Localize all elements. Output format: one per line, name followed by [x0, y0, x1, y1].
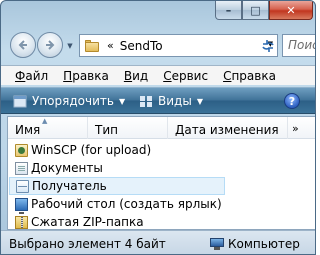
- status-selection-text: Выбрано элемент 4 байт: [9, 237, 166, 251]
- views-dropdown-icon: ▼: [196, 96, 203, 106]
- menu-view[interactable]: Вид: [124, 69, 148, 83]
- file-row[interactable]: WinSCP (for upload): [8, 141, 315, 159]
- file-list-pane[interactable]: ▲ Имя Тип Дата изменения » WinSCP (for u…: [7, 116, 315, 231]
- address-chevron[interactable]: «: [107, 39, 114, 52]
- file-list: WinSCP (for upload) Документы Получатель…: [8, 141, 315, 231]
- file-name: Сжатая ZIP-папка: [31, 215, 144, 229]
- organize-button[interactable]: Упорядочить ▼: [13, 94, 125, 108]
- column-date-modified[interactable]: Дата изменения: [168, 117, 288, 139]
- menu-tools[interactable]: Сервис: [163, 69, 208, 83]
- mail-recipient-icon: [16, 179, 29, 193]
- back-arrow-icon: [18, 40, 27, 50]
- organize-label: Упорядочить: [32, 94, 114, 108]
- help-button[interactable]: ?: [284, 93, 300, 109]
- file-row[interactable]: Рабочий стол (создать ярлык): [8, 195, 315, 214]
- documents-icon: [15, 161, 28, 175]
- file-name: WinSCP (for upload): [31, 143, 152, 157]
- address-bar[interactable]: « SendTo ▼: [79, 34, 278, 57]
- maximize-button[interactable]: □: [242, 1, 269, 20]
- refresh-icon: [262, 39, 274, 52]
- title-bar[interactable]: – □ ✕: [1, 1, 315, 27]
- file-row[interactable]: Получатель: [9, 177, 225, 195]
- zip-folder-icon: [15, 215, 28, 229]
- explorer-window: – □ ✕ ▼ « SendTo ▼ Поиск Файл: [0, 0, 316, 255]
- views-button[interactable]: Виды ▼: [139, 94, 203, 108]
- organize-icon: [13, 95, 27, 107]
- column-type[interactable]: Тип: [88, 117, 168, 139]
- command-bar: Упорядочить ▼ Виды ▼ ?: [1, 87, 315, 114]
- status-zone: Компьютер: [210, 237, 300, 251]
- close-button[interactable]: ✕: [269, 1, 313, 20]
- folder-icon: [85, 39, 99, 52]
- status-bar: Выбрано элемент 4 байт Компьютер: [1, 230, 315, 254]
- refresh-button[interactable]: [258, 34, 278, 57]
- winscp-icon: [15, 143, 28, 157]
- file-name: Документы: [31, 161, 103, 175]
- views-icon: [140, 95, 152, 107]
- desktop-icon: [15, 197, 28, 214]
- column-name[interactable]: ▲ Имя: [8, 117, 88, 139]
- sort-ascending-icon: ▲: [42, 117, 48, 125]
- recent-pages-dropdown[interactable]: ▼: [65, 42, 75, 50]
- file-name: Рабочий стол (создать ярлык): [31, 197, 222, 211]
- window-controls: – □ ✕: [215, 1, 313, 20]
- address-text: SendTo: [119, 38, 163, 53]
- back-button[interactable]: [10, 32, 36, 58]
- file-row[interactable]: Сжатая ZIP-папка: [8, 213, 315, 231]
- computer-icon: [210, 238, 224, 250]
- status-zone-text: Компьютер: [228, 237, 300, 251]
- organize-dropdown-icon: ▼: [118, 96, 126, 106]
- search-input[interactable]: Поиск: [282, 34, 315, 57]
- forward-arrow-icon: [46, 40, 55, 50]
- views-label: Виды: [158, 94, 192, 108]
- file-row[interactable]: Документы: [8, 159, 315, 177]
- forward-button[interactable]: [37, 32, 63, 58]
- more-columns-button[interactable]: »: [292, 122, 299, 135]
- column-header: ▲ Имя Тип Дата изменения »: [8, 117, 315, 139]
- file-name: Получатель: [32, 179, 107, 193]
- minimize-button[interactable]: –: [215, 1, 242, 20]
- menu-bar: Файл Правка Вид Сервис Справка: [1, 65, 315, 85]
- menu-file[interactable]: Файл: [15, 69, 48, 83]
- navigation-bar: ▼ « SendTo ▼ Поиск: [1, 29, 315, 61]
- menu-edit[interactable]: Правка: [63, 69, 109, 83]
- menu-help[interactable]: Справка: [223, 69, 276, 83]
